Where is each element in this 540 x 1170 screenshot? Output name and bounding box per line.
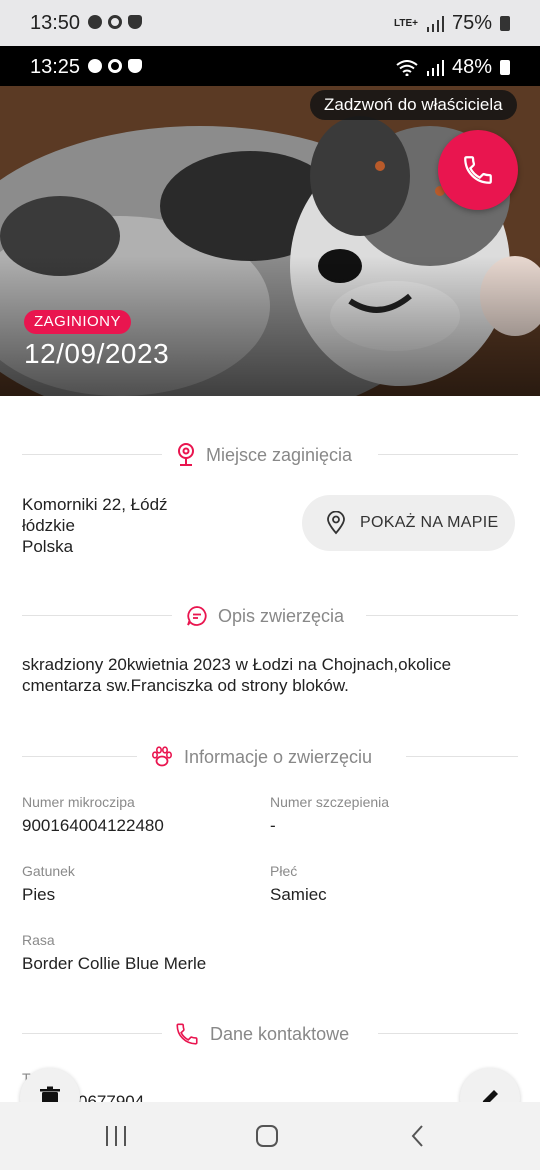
location-section-label: Miejsce zaginięcia xyxy=(206,444,353,465)
wifi-icon xyxy=(396,59,418,76)
inner-battery-percent: 48% xyxy=(451,56,492,78)
species-value: Pies xyxy=(22,885,56,904)
record-icon xyxy=(108,59,122,73)
outer-status-time: 13:50 xyxy=(30,12,81,34)
pet-description: skradziony 20kwietnia 2023 w Łodzi na Ch… xyxy=(22,655,452,695)
map-pin-icon xyxy=(327,511,345,535)
home-icon xyxy=(256,1125,278,1147)
notification-icon xyxy=(88,15,102,29)
vaccination-label: Numer szczepienia xyxy=(270,794,390,810)
breed-label: Rasa xyxy=(22,932,55,948)
call-owner-button[interactable] xyxy=(438,130,518,210)
notification-icon xyxy=(88,59,102,73)
shield-icon xyxy=(128,59,142,73)
chat-bubble-icon xyxy=(187,606,207,626)
phone-icon xyxy=(464,156,492,184)
divider xyxy=(22,454,162,455)
back-button[interactable] xyxy=(398,1120,438,1152)
info-section-title: Informacje o zwierzęciu xyxy=(150,742,372,772)
outer-battery-percent: 75% xyxy=(451,12,492,34)
address-line-3: Polska xyxy=(22,537,74,556)
divider xyxy=(406,756,518,757)
location-section-title: Miejsce zaginięcia xyxy=(176,440,352,470)
recent-apps-icon xyxy=(106,1126,126,1146)
vaccination-value: - xyxy=(270,816,276,835)
signal-icon xyxy=(426,15,444,32)
divider xyxy=(378,1033,518,1034)
network-type-icon: LTE+ xyxy=(393,18,418,29)
back-icon xyxy=(411,1125,423,1147)
location-pin-icon xyxy=(178,443,194,466)
status-badge: ZAGINIONY xyxy=(24,310,132,334)
battery-icon xyxy=(500,60,510,75)
sex-value: Samiec xyxy=(270,885,327,904)
microchip-label: Numer mikroczipa xyxy=(22,794,135,810)
inner-status-bar: 13:25 48% xyxy=(0,46,540,86)
inner-status-icons xyxy=(88,59,142,73)
show-on-map-label: POKAŻ NA MAPIE xyxy=(360,514,499,531)
microchip-value: 900164004122480 xyxy=(22,816,164,835)
description-section-label: Opis zwierzęcia xyxy=(218,605,345,626)
outer-status-right: LTE+ 75% xyxy=(394,12,510,35)
divider xyxy=(22,756,137,757)
show-on-map-button[interactable]: POKAŻ NA MAPIE xyxy=(302,495,515,551)
outer-status-bar: 13:50 LTE+ 75% xyxy=(0,0,540,46)
system-nav-bar xyxy=(0,1102,540,1170)
call-owner-label[interactable]: Zadzwoń do właściciela xyxy=(310,90,517,120)
inner-status-time: 13:25 xyxy=(30,56,81,78)
phone-icon xyxy=(176,1023,198,1045)
paw-icon xyxy=(151,746,172,767)
description-section-title: Opis zwierzęcia xyxy=(186,601,344,631)
home-button[interactable] xyxy=(247,1120,287,1152)
divider xyxy=(22,615,172,616)
signal-icon xyxy=(426,59,444,76)
recent-apps-button[interactable] xyxy=(96,1120,136,1152)
divider xyxy=(366,615,518,616)
species-label: Gatunek xyxy=(22,863,75,879)
record-icon xyxy=(108,15,122,29)
info-section-header: Informacje o zwierzęciu xyxy=(22,742,518,772)
divider xyxy=(22,1033,162,1034)
description-section-header: Opis zwierzęcia xyxy=(22,601,518,631)
address-line-2: łódzkie xyxy=(22,516,75,535)
outer-status-icons xyxy=(88,15,142,29)
sex-label: Płeć xyxy=(270,863,298,879)
battery-icon xyxy=(500,16,510,31)
address-block: Komorniki 22, Łódź łódzkie Polska xyxy=(22,494,168,557)
contact-section-label: Dane kontaktowe xyxy=(210,1023,350,1044)
address-line-1: Komorniki 22, Łódź xyxy=(22,495,168,514)
info-section-label: Informacje o zwierzęciu xyxy=(184,746,373,767)
location-section-header: Miejsce zaginięcia xyxy=(22,440,518,470)
shield-icon xyxy=(128,15,142,29)
contact-section-title: Dane kontaktowe xyxy=(174,1019,349,1049)
breed-value: Border Collie Blue Merle xyxy=(22,954,207,973)
inner-status-right: 48% xyxy=(396,56,510,79)
missing-date: 12/09/2023 xyxy=(24,338,170,369)
divider xyxy=(378,454,518,455)
contact-section-header: Dane kontaktowe xyxy=(22,1019,518,1049)
